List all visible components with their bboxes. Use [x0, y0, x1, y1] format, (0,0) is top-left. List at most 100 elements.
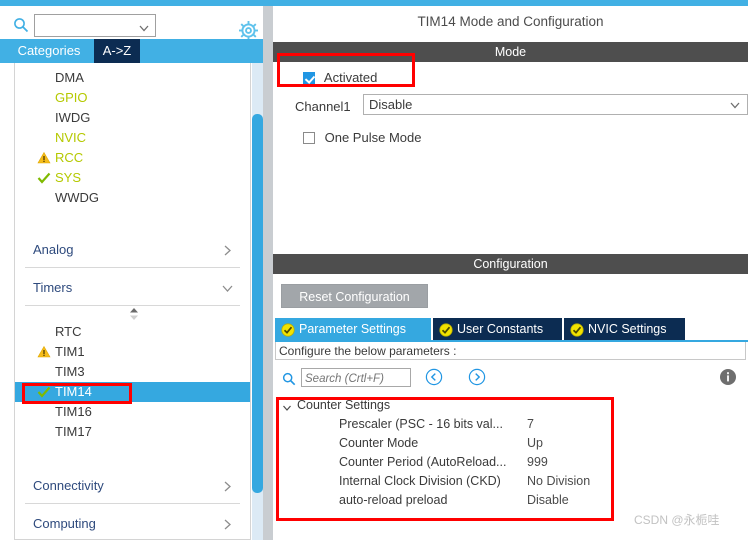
chevron-right-icon — [221, 244, 234, 257]
configuration-section-body: Reset Configuration Parameter Settings U… — [273, 274, 748, 540]
chevron-down-icon[interactable] — [282, 400, 292, 411]
parameter-value[interactable]: Up — [527, 434, 543, 453]
sidebar-group-computing[interactable]: Computing — [25, 506, 240, 539]
peripheral-list[interactable]: DMA GPIO IWDG NVIC RCC SYS WWDG Analog T… — [14, 63, 251, 540]
parameter-search-box[interactable] — [301, 368, 411, 387]
sidebar-tabbar: Categories A->Z — [0, 39, 266, 63]
checkbox-icon[interactable] — [303, 72, 315, 84]
parameter-value[interactable]: 999 — [527, 453, 548, 472]
chevron-down-icon[interactable] — [138, 21, 150, 33]
sidebar-item-tim14[interactable]: TIM14 — [15, 382, 250, 402]
peripheral-label: TIM17 — [55, 424, 92, 439]
list-item[interactable]: TIM3 — [15, 362, 250, 382]
configure-hint: Configure the below parameters : — [275, 342, 746, 360]
tab-parameter-settings[interactable]: Parameter Settings — [275, 318, 431, 340]
parameter-name: Prescaler (PSC - 16 bits val... — [339, 417, 503, 431]
parameter-value[interactable]: No Division — [527, 472, 590, 491]
peripheral-label: RTC — [55, 324, 82, 339]
mode-section-body: Activated Channel1 Disable One Pulse Mod… — [273, 62, 748, 248]
list-item[interactable]: DMA — [15, 68, 250, 88]
peripheral-label: NVIC — [55, 130, 87, 145]
page-title: TIM14 Mode and Configuration — [273, 6, 748, 38]
sidebar-group-connectivity[interactable]: Connectivity — [25, 468, 240, 504]
checkbox-icon[interactable] — [303, 132, 315, 144]
tab-label: User Constants — [457, 322, 544, 336]
list-item[interactable]: SYS — [15, 168, 250, 188]
channel1-row: Channel1 Disable — [295, 94, 748, 116]
search-previous-icon[interactable] — [425, 368, 443, 386]
tab-categories[interactable]: Categories — [8, 39, 90, 63]
stm32cubemx-window: Categories A->Z DMA GPIO IWDG NVIC RCC S… — [0, 0, 748, 540]
status-check-icon — [570, 322, 584, 337]
list-item[interactable]: TIM1 — [15, 342, 250, 362]
search-icon — [282, 372, 296, 386]
channel1-label: Channel1 — [295, 99, 351, 114]
group-label: Analog — [33, 242, 74, 257]
tree-group-counter-settings[interactable]: Counter Settings — [275, 396, 746, 415]
search-next-icon[interactable] — [468, 368, 486, 386]
channel1-select[interactable]: Disable — [363, 94, 748, 115]
group-label: Timers — [33, 280, 73, 295]
list-item[interactable]: RCC — [15, 148, 250, 168]
check-icon — [37, 171, 51, 185]
parameter-value[interactable]: 7 — [527, 415, 534, 434]
peripheral-label: WWDG — [55, 190, 100, 205]
list-item[interactable]: TIM17 — [15, 422, 250, 442]
sidebar-search-row — [0, 10, 266, 40]
one-pulse-mode-label: One Pulse Mode — [324, 130, 422, 145]
mode-section-header: Mode — [273, 42, 748, 62]
search-icon — [13, 17, 29, 33]
peripheral-label: TIM16 — [55, 404, 92, 419]
parameter-search-input[interactable] — [305, 371, 409, 387]
table-row[interactable]: Counter Mode Up — [275, 434, 746, 453]
group-label: Connectivity — [33, 478, 104, 493]
list-scroll-indicator[interactable] — [15, 306, 250, 322]
list-item[interactable]: GPIO — [15, 88, 250, 108]
activated-checkbox-row[interactable]: Activated — [303, 70, 377, 85]
configuration-section-header: Configuration — [273, 254, 748, 274]
list-item[interactable]: TIM16 — [15, 402, 250, 422]
status-check-icon — [281, 322, 295, 337]
peripheral-label: RCC — [55, 150, 84, 165]
list-item[interactable]: RTC — [15, 322, 250, 342]
parameter-value[interactable]: Disable — [527, 491, 569, 510]
chevron-down-icon — [221, 282, 234, 295]
peripheral-label: IWDG — [55, 110, 91, 125]
warning-icon — [37, 151, 51, 165]
search-input[interactable] — [38, 16, 138, 35]
check-icon — [37, 385, 51, 399]
status-check-icon — [439, 322, 453, 337]
list-item[interactable]: NVIC — [15, 128, 250, 148]
parameter-name: Internal Clock Division (CKD) — [339, 474, 501, 488]
chevron-right-icon — [221, 518, 234, 531]
tab-a-to-z[interactable]: A->Z — [94, 39, 140, 63]
peripheral-label: GPIO — [55, 90, 88, 105]
tab-label: NVIC Settings — [588, 322, 667, 336]
table-row[interactable]: auto-reload preload Disable — [275, 491, 746, 510]
table-row[interactable]: Counter Period (AutoReload... 999 — [275, 453, 746, 472]
parameter-name: auto-reload preload — [339, 493, 448, 507]
reset-configuration-button[interactable]: Reset Configuration — [281, 284, 428, 308]
table-row[interactable]: Prescaler (PSC - 16 bits val... 7 — [275, 415, 746, 434]
sidebar-group-timers[interactable]: Timers — [25, 270, 240, 306]
tab-label: Parameter Settings — [299, 322, 406, 336]
peripheral-label: DMA — [55, 70, 84, 85]
peripheral-label: TIM3 — [55, 364, 85, 379]
list-item[interactable]: WWDG — [15, 188, 250, 208]
chevron-down-icon[interactable] — [729, 99, 741, 111]
gear-icon[interactable] — [239, 21, 258, 40]
panel-divider — [263, 6, 273, 540]
sidebar-scrollbar-thumb[interactable] — [252, 114, 263, 493]
sidebar-search-combo[interactable] — [34, 14, 156, 37]
one-pulse-mode-checkbox-row[interactable]: One Pulse Mode — [303, 130, 421, 145]
parameter-name: Counter Period (AutoReload... — [339, 455, 507, 469]
peripheral-label: TIM1 — [55, 344, 85, 359]
table-row[interactable]: Internal Clock Division (CKD) No Divisio… — [275, 472, 746, 491]
list-item[interactable]: IWDG — [15, 108, 250, 128]
configuration-tabbar: Parameter Settings User Constants NVIC S… — [275, 318, 748, 340]
sidebar-group-analog[interactable]: Analog — [25, 232, 240, 268]
tab-nvic-settings[interactable]: NVIC Settings — [564, 318, 685, 340]
tab-user-constants[interactable]: User Constants — [433, 318, 562, 340]
mode-configuration-panel: TIM14 Mode and Configuration Mode Activa… — [273, 6, 748, 540]
info-icon[interactable] — [719, 368, 737, 386]
